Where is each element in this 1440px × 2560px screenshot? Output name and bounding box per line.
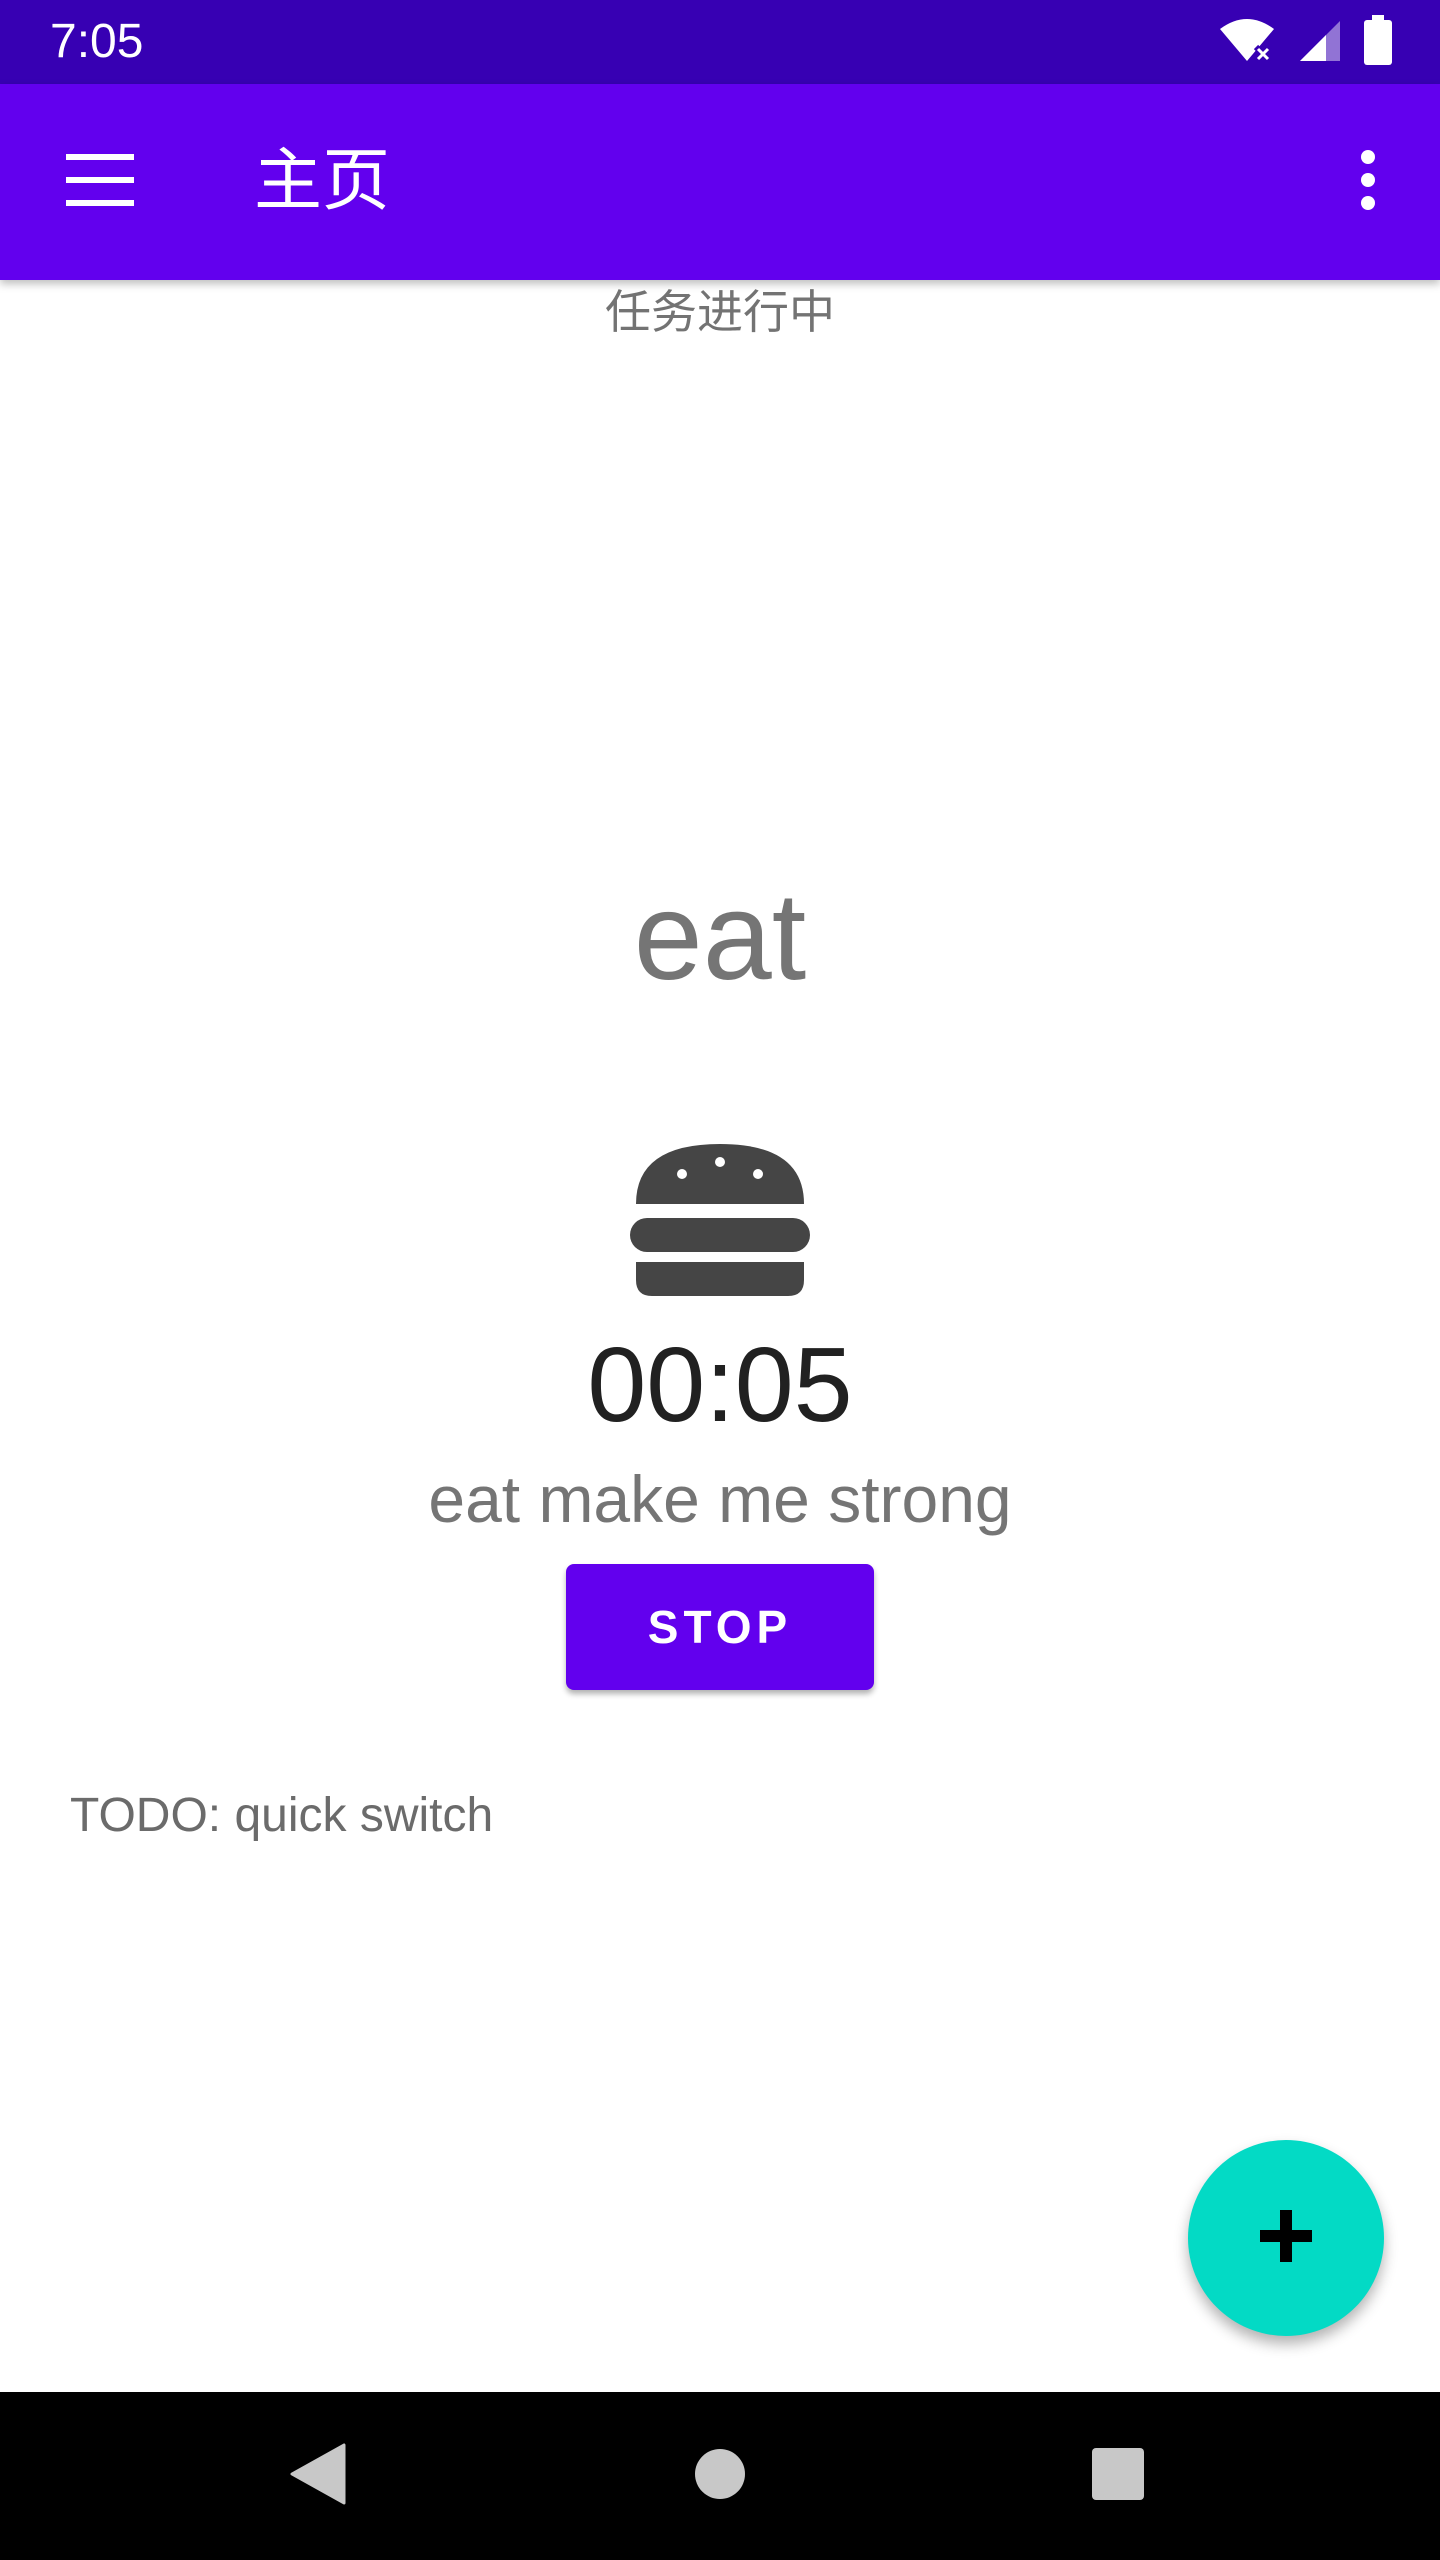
overflow-menu-button[interactable] [1320,134,1416,230]
back-icon [290,2443,346,2510]
home-button[interactable] [670,2426,770,2526]
recents-icon [1092,2447,1144,2505]
task-motto: eat make me strong [428,1462,1012,1536]
task-status-label: 任务进行中 [605,285,835,339]
menu-icon [66,153,134,211]
task-name: eat [633,868,807,1006]
timer-display: 00:05 [587,1326,853,1444]
navigation-bar [0,2392,1440,2560]
status-icons [1218,14,1392,70]
stop-button[interactable]: STOP [566,1564,874,1690]
wifi-icon [1218,17,1276,68]
menu-button[interactable] [52,134,148,230]
app-bar: 主页 [0,84,1440,280]
add-fab-button[interactable] [1188,2140,1384,2336]
home-icon [694,2448,746,2505]
signal-icon [1298,17,1342,68]
back-button[interactable] [268,2426,368,2526]
add-icon [1260,2209,1312,2267]
todo-note: TODO: quick switch [70,1789,494,1842]
status-bar: 7:05 [0,0,1440,84]
battery-icon [1364,14,1392,70]
recents-button[interactable] [1068,2426,1168,2526]
app-title: 主页 [254,142,391,221]
burger-icon [630,1140,810,1300]
more-vert-icon [1360,149,1376,215]
status-time: 7:05 [50,15,144,68]
